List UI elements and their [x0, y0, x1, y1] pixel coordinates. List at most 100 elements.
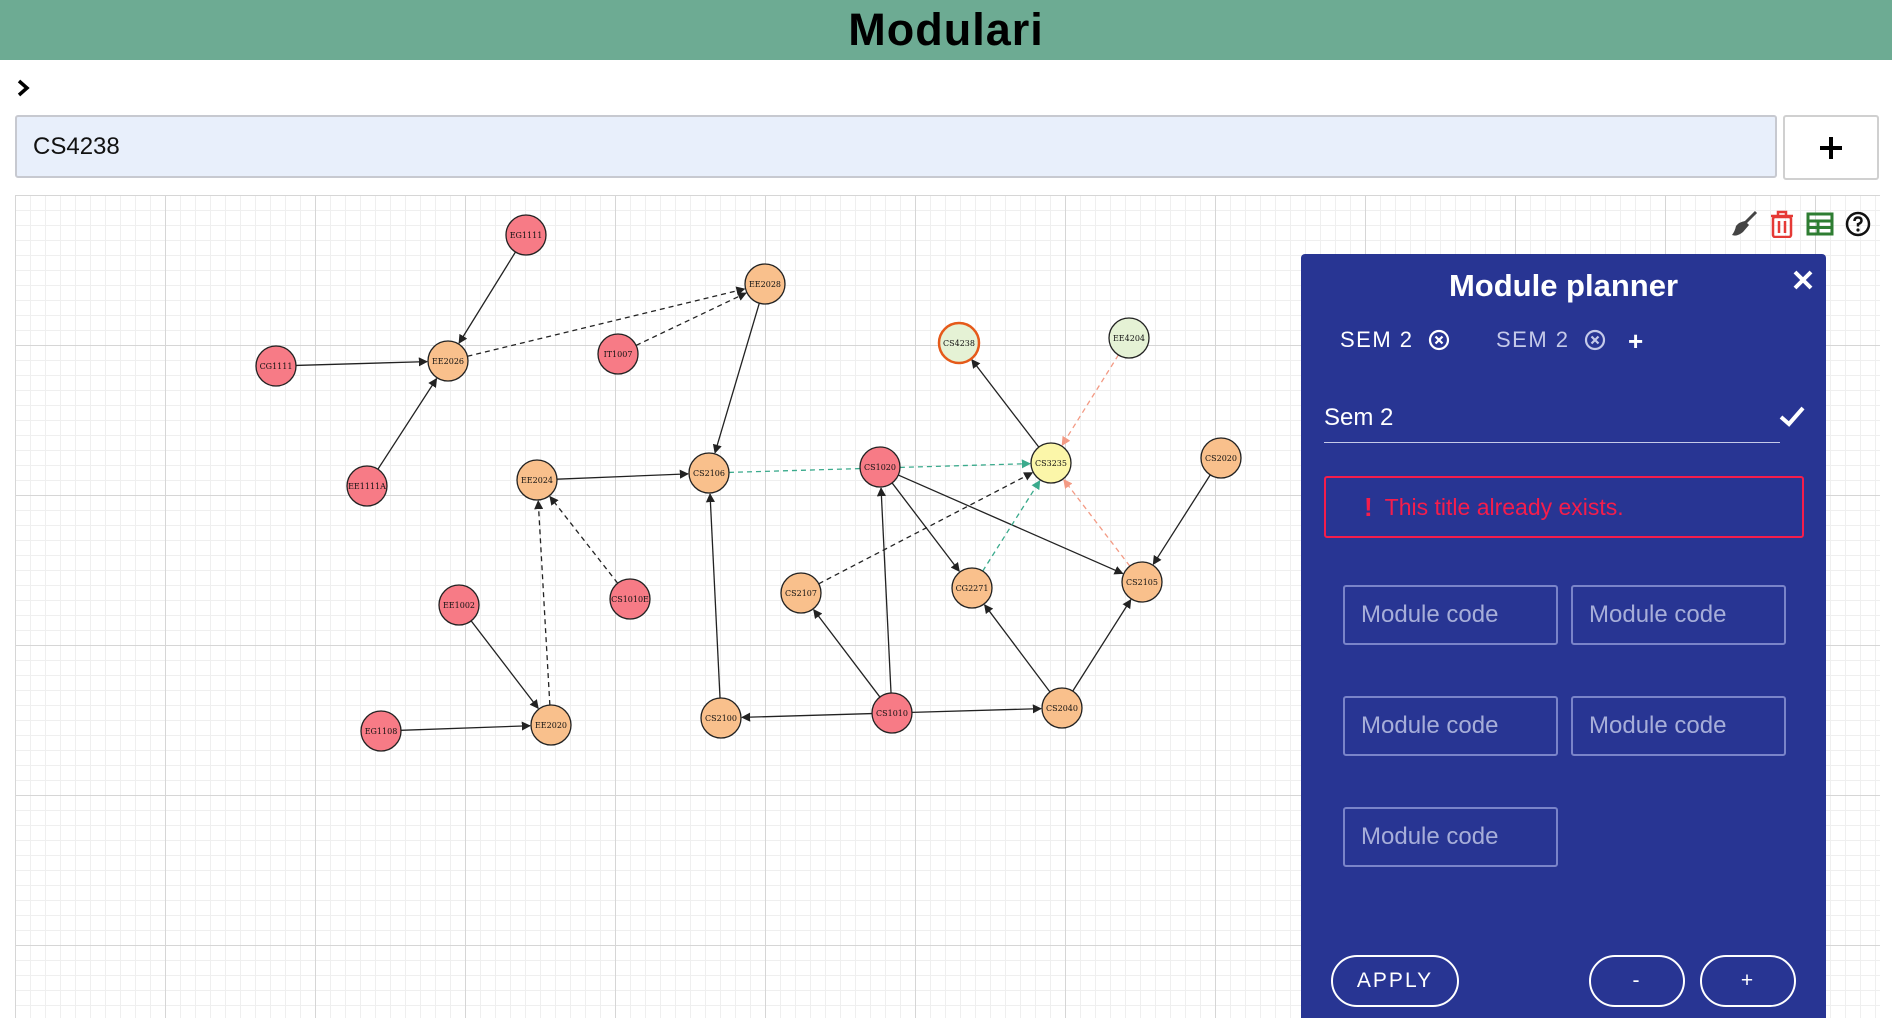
module-node-label: CS3235: [1035, 459, 1067, 468]
module-search-input[interactable]: [15, 115, 1777, 178]
module-node-label: CS1010E: [611, 595, 649, 604]
edge-EE2020-EE2024: [534, 500, 551, 706]
edge-IT1007-EE2028: [635, 292, 747, 346]
edge-EE2024-CS2106: [556, 469, 689, 480]
edge-CS1020-CG2271: [891, 482, 960, 573]
module-node-label: CS4238: [943, 339, 975, 348]
edge-CS3235-CS4238: [971, 358, 1040, 448]
module-node-label: IT1007: [604, 350, 633, 359]
module-node-ee2028[interactable]: EE2028: [744, 263, 786, 305]
module-node-ee2020[interactable]: EE2020: [530, 704, 572, 746]
edge-EG1111-EE2026: [458, 251, 517, 344]
module-node-label: CS2020: [1205, 454, 1237, 463]
module-node-cs2100[interactable]: CS2100: [700, 697, 742, 739]
edge-CS1010E-EE2024: [549, 495, 619, 584]
module-code-input[interactable]: [1343, 585, 1558, 645]
edge-EE2028-CS2106: [712, 302, 760, 454]
module-node-cg1111[interactable]: CG1111: [255, 345, 297, 387]
module-code-input[interactable]: [1571, 696, 1786, 756]
edge-EE1002-EE2020: [470, 620, 539, 710]
trash-icon: [1771, 210, 1793, 238]
module-node-label: CG1111: [260, 362, 293, 371]
module-node-ee4204[interactable]: EE4204: [1108, 317, 1150, 359]
semester-tab-2[interactable]: SEM 2: [1496, 327, 1606, 353]
module-node-label: EE2024: [521, 476, 553, 485]
module-planner-panel: Module planner SEM 2 SEM 2 + ! This titl…: [1301, 254, 1826, 1018]
edge-CS2100-CS2106: [705, 493, 721, 699]
plus-icon: [1820, 136, 1842, 159]
edge-EE1111A-EE2026: [377, 377, 438, 470]
apply-button[interactable]: APPLY: [1331, 955, 1459, 1007]
module-node-label: EG1108: [365, 727, 398, 736]
app-title: Modulari: [848, 4, 1044, 55]
module-node-cs2040[interactable]: CS2040: [1041, 687, 1083, 729]
edge-CS1010-CS1020: [876, 487, 892, 694]
add-module-button[interactable]: [1783, 115, 1879, 180]
module-node-label: CG2271: [956, 584, 989, 593]
module-node-eg1108[interactable]: EG1108: [360, 710, 402, 752]
expand-chevron-icon[interactable]: [14, 78, 34, 98]
close-planner-button[interactable]: [1791, 268, 1815, 292]
edge-CS1010-CS2107: [813, 609, 881, 698]
module-node-ee1002[interactable]: EE1002: [438, 584, 480, 626]
semester-tab-label: SEM 2: [1340, 327, 1414, 352]
module-node-cs1010e[interactable]: CS1010E: [609, 578, 651, 620]
edge-CG2271-CS3235: [982, 479, 1041, 572]
delete-button[interactable]: [1768, 210, 1796, 238]
error-exclamation-icon: !: [1364, 491, 1373, 522]
clear-broom-button[interactable]: [1730, 210, 1758, 238]
module-code-input[interactable]: [1571, 585, 1786, 645]
table-icon: [1806, 212, 1834, 236]
confirm-title-button[interactable]: [1779, 403, 1805, 429]
module-node-cs1020[interactable]: CS1020: [859, 446, 901, 488]
edge-CS2020-CS2105: [1152, 474, 1211, 566]
edge-EG1108-EE2020: [400, 721, 531, 731]
module-node-cs2020[interactable]: CS2020: [1200, 437, 1242, 479]
planner-title: Module planner: [1448, 268, 1679, 303]
error-alert: ! This title already exists.: [1324, 476, 1804, 538]
module-node-cs2105[interactable]: CS2105: [1121, 561, 1163, 603]
add-slot-button[interactable]: +: [1700, 955, 1796, 1007]
module-node-cs3235[interactable]: CS3235: [1030, 442, 1072, 484]
module-node-ee2024[interactable]: EE2024: [516, 459, 558, 501]
edge-CS2105-CS3235: [1063, 478, 1131, 567]
semester-title-input[interactable]: [1324, 394, 1780, 442]
remove-semester-icon[interactable]: [1428, 329, 1450, 351]
module-code-input[interactable]: [1343, 696, 1558, 756]
module-node-ee2026[interactable]: EE2026: [427, 340, 469, 382]
module-node-ee1111a[interactable]: EE1111A: [346, 465, 388, 507]
edge-CS1010-CS2040: [911, 704, 1042, 714]
module-node-cs4238[interactable]: CS4238: [937, 321, 981, 365]
module-search-row: [15, 115, 1880, 182]
graph-toolbar: [1730, 210, 1872, 238]
table-view-button[interactable]: [1806, 210, 1834, 238]
semester-tab-label: SEM 2: [1496, 327, 1570, 352]
check-icon: [1779, 406, 1805, 427]
module-node-label: EG1111: [510, 231, 543, 240]
module-node-eg1111[interactable]: EG1111: [505, 214, 547, 256]
remove-slot-button[interactable]: -: [1589, 955, 1685, 1007]
module-code-input[interactable]: [1343, 807, 1558, 867]
remove-semester-icon[interactable]: [1584, 329, 1606, 351]
semester-title-field: [1324, 394, 1780, 443]
module-node-label: EE1111A: [348, 482, 386, 491]
edge-EE4204-CS3235: [1061, 354, 1119, 446]
module-node-label: CS2040: [1046, 704, 1078, 713]
semester-tab-1[interactable]: SEM 2: [1340, 327, 1450, 353]
edge-CS2040-CG2271: [984, 604, 1051, 693]
module-node-cs2106[interactable]: CS2106: [688, 452, 730, 494]
error-message: This title already exists.: [1384, 493, 1624, 520]
module-node-cs2107[interactable]: CS2107: [780, 572, 822, 614]
app-header: Modulari: [0, 0, 1892, 60]
edge-CS1010-CS2100: [741, 712, 873, 722]
module-node-cs1010[interactable]: CS1010: [871, 692, 913, 734]
close-icon: [1793, 270, 1813, 290]
edge-CS2040-CS2105: [1072, 598, 1132, 692]
module-node-label: EE4204: [1113, 334, 1145, 343]
module-node-label: EE2020: [535, 721, 567, 730]
module-node-label: CS1010: [876, 709, 908, 718]
help-button[interactable]: [1844, 210, 1872, 238]
add-semester-tab-button[interactable]: +: [1628, 326, 1643, 357]
module-node-cg2271[interactable]: CG2271: [951, 567, 993, 609]
module-node-it1007[interactable]: IT1007: [597, 333, 639, 375]
